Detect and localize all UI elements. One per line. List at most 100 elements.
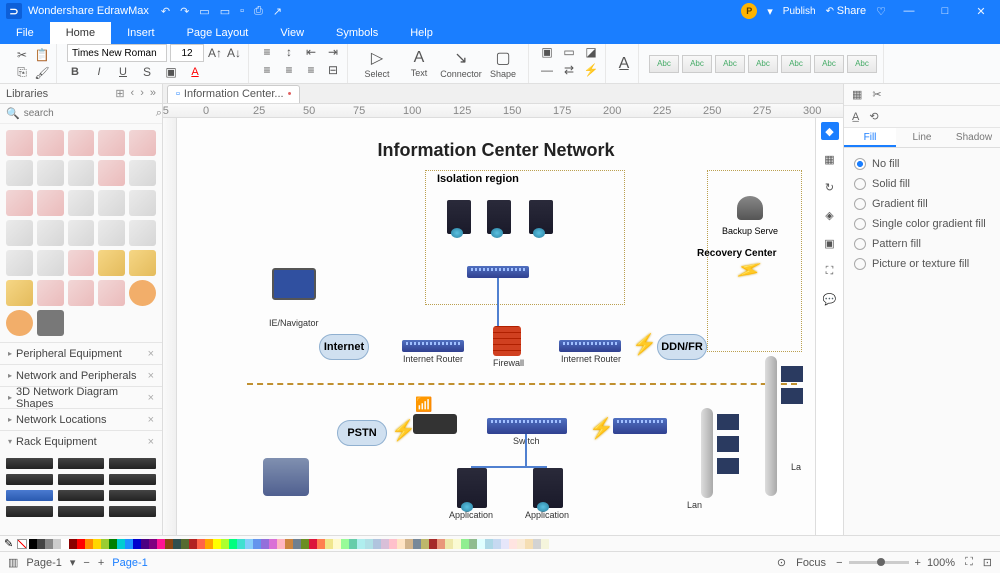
- shape-item[interactable]: [6, 160, 33, 186]
- diagram-title[interactable]: Information Center Network: [377, 140, 614, 161]
- lan-tower[interactable]: [701, 408, 713, 498]
- color-swatch[interactable]: [541, 539, 549, 549]
- shadow-icon[interactable]: ◪: [583, 44, 599, 60]
- server-shape[interactable]: [529, 200, 553, 234]
- proptab-fill[interactable]: Fill: [844, 128, 896, 147]
- page-menu-icon[interactable]: ▥: [8, 556, 18, 569]
- align-center-icon[interactable]: ≡: [281, 62, 297, 78]
- font-select[interactable]: [67, 44, 167, 62]
- print-icon[interactable]: ⎙: [254, 5, 263, 18]
- shape-item[interactable]: [68, 130, 95, 156]
- shape-item[interactable]: [6, 310, 33, 336]
- rack-item[interactable]: [58, 458, 105, 469]
- shape-item[interactable]: [37, 310, 64, 336]
- indent-right-icon[interactable]: ⇥: [325, 44, 341, 60]
- arrows-icon[interactable]: ⇄: [561, 62, 577, 78]
- bullets-icon[interactable]: ≡: [259, 44, 275, 60]
- shape-item[interactable]: [98, 280, 125, 306]
- align-tool-icon[interactable]: ▦: [852, 88, 862, 101]
- color-swatch[interactable]: [29, 539, 37, 549]
- color-swatch[interactable]: [533, 539, 541, 549]
- shape-item[interactable]: [98, 130, 125, 156]
- app-server-shape[interactable]: [533, 468, 563, 508]
- color-swatch[interactable]: [309, 539, 317, 549]
- quick-icon[interactable]: ⚡: [583, 62, 599, 78]
- eyedropper-icon[interactable]: ✎: [4, 537, 13, 550]
- expand-tool-icon[interactable]: ⛶: [821, 262, 839, 280]
- pc-shape[interactable]: [717, 436, 739, 452]
- shape-item[interactable]: [129, 160, 156, 186]
- text-tool-icon[interactable]: A̲: [852, 111, 859, 123]
- vertical-align-icon[interactable]: ⊟: [325, 62, 341, 78]
- color-swatch[interactable]: [437, 539, 445, 549]
- proptab-shadow[interactable]: Shadow: [948, 128, 1000, 147]
- shape-item[interactable]: [68, 190, 95, 216]
- color-swatch[interactable]: [333, 539, 341, 549]
- color-swatch[interactable]: [237, 539, 245, 549]
- highlight-icon[interactable]: ▣: [163, 64, 179, 80]
- color-swatch[interactable]: [77, 539, 85, 549]
- zoom-out-icon[interactable]: −: [836, 557, 842, 569]
- align-left-icon[interactable]: ≡: [259, 62, 275, 78]
- shape-item[interactable]: [129, 280, 156, 306]
- linecolor-icon[interactable]: ▭: [561, 44, 577, 60]
- publish-button[interactable]: Publish: [783, 6, 816, 17]
- color-swatch[interactable]: [429, 539, 437, 549]
- color-swatch[interactable]: [493, 539, 501, 549]
- color-swatch[interactable]: [93, 539, 101, 549]
- canvas[interactable]: Information Center Network Isolation reg…: [177, 118, 815, 535]
- rack-item[interactable]: [58, 490, 105, 501]
- color-swatch[interactable]: [293, 539, 301, 549]
- printer-shape[interactable]: [263, 458, 309, 496]
- new-icon[interactable]: ▭: [199, 5, 209, 18]
- lib-back-icon[interactable]: ‹: [131, 87, 135, 100]
- tab-pagelayout[interactable]: Page Layout: [171, 22, 265, 44]
- share-button[interactable]: ↶ Share: [826, 5, 867, 17]
- shape-item[interactable]: [6, 220, 33, 246]
- minimize-ribbon-icon[interactable]: ▾: [767, 5, 773, 18]
- libcat-rack[interactable]: Rack Equipment×: [0, 430, 162, 452]
- color-swatch[interactable]: [357, 539, 365, 549]
- router-shape[interactable]: [467, 266, 529, 278]
- document-tab[interactable]: ▫ Information Center... •: [167, 85, 300, 103]
- increase-font-icon[interactable]: A↑: [207, 45, 223, 61]
- format-painter-icon[interactable]: 🖌: [34, 65, 50, 81]
- color-swatch[interactable]: [165, 539, 173, 549]
- lib-add-icon[interactable]: ⊞: [115, 87, 124, 100]
- select-tool[interactable]: ▷Select: [358, 46, 396, 82]
- disk-shape[interactable]: [737, 196, 763, 220]
- shape-item[interactable]: [6, 190, 33, 216]
- style-preset-3[interactable]: Abc: [715, 55, 745, 73]
- shape-item[interactable]: [37, 250, 64, 276]
- color-swatch[interactable]: [381, 539, 389, 549]
- pc-shape[interactable]: [781, 366, 803, 382]
- color-swatch[interactable]: [405, 539, 413, 549]
- libcat-3d[interactable]: 3D Network Diagram Shapes×: [0, 386, 162, 408]
- shape-item[interactable]: [37, 160, 64, 186]
- libcat-locations[interactable]: Network Locations×: [0, 408, 162, 430]
- color-swatch[interactable]: [341, 539, 349, 549]
- connector-tool[interactable]: ↘Connector: [442, 46, 480, 82]
- color-swatch[interactable]: [373, 539, 381, 549]
- shape-item[interactable]: [129, 220, 156, 246]
- fit-page-icon[interactable]: ⛶: [965, 556, 973, 569]
- underline-icon[interactable]: U: [115, 64, 131, 80]
- italic-icon[interactable]: I: [91, 64, 107, 80]
- shape-item[interactable]: [98, 250, 125, 276]
- monitor-shape[interactable]: [272, 268, 316, 300]
- shape-item[interactable]: [129, 190, 156, 216]
- color-swatch[interactable]: [301, 539, 309, 549]
- text-tool[interactable]: AText: [400, 46, 438, 82]
- cut-icon[interactable]: ✂: [14, 47, 30, 63]
- color-swatch[interactable]: [125, 539, 133, 549]
- rack-item[interactable]: [58, 474, 105, 485]
- page-dropdown-icon[interactable]: ▾: [70, 556, 76, 569]
- color-swatch[interactable]: [501, 539, 509, 549]
- server-shape[interactable]: [487, 200, 511, 234]
- switch-shape[interactable]: [487, 418, 567, 434]
- shape-item[interactable]: [6, 250, 33, 276]
- tab-symbols[interactable]: Symbols: [320, 22, 394, 44]
- color-swatch[interactable]: [509, 539, 517, 549]
- style-preset-4[interactable]: Abc: [748, 55, 778, 73]
- app-server-shape[interactable]: [457, 468, 487, 508]
